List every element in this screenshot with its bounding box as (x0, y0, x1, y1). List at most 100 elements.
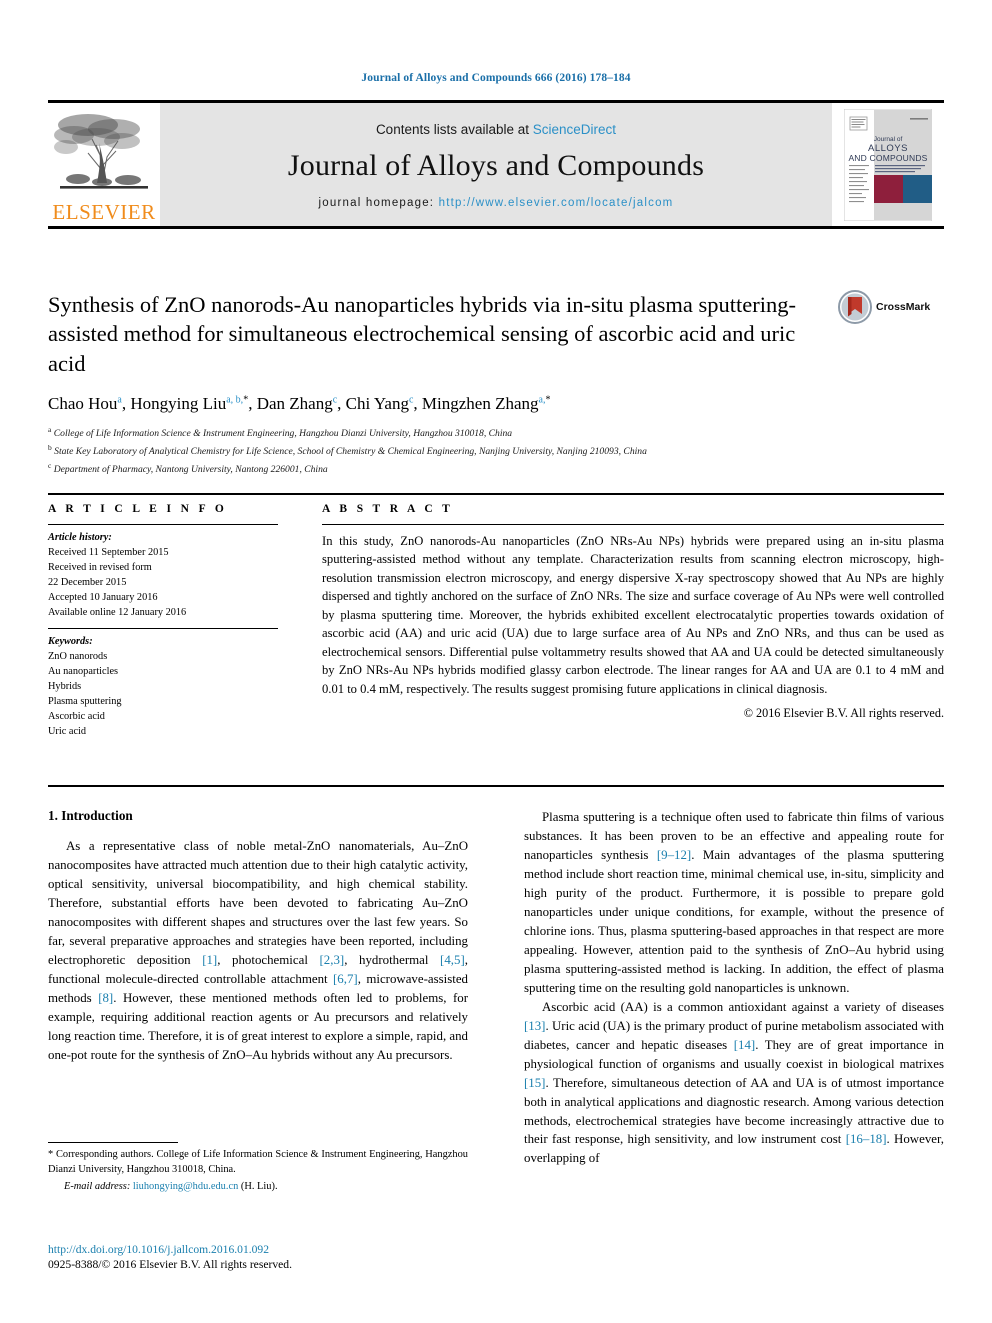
affiliation-mark: a (48, 425, 52, 435)
keyword-item: Hybrids (48, 681, 82, 693)
sciencedirect-link[interactable]: ScienceDirect (533, 122, 616, 137)
author-name: Chao Hou (48, 394, 118, 414)
text-run: , photochemical (217, 952, 320, 967)
body-columns: 1. Introduction As a representative clas… (48, 808, 944, 1168)
footnote-rule (48, 1142, 178, 1143)
masthead-bottom-rule (48, 226, 944, 229)
history-item: Accepted 10 January 2016 (48, 592, 158, 604)
intro-paragraph-left: As a representative class of noble metal… (48, 837, 468, 1065)
crossmark-badge[interactable]: CrossMark (838, 290, 944, 324)
citation-ref[interactable]: [4,5] (440, 953, 465, 967)
journal-homepage-line: journal homepage: http://www.elsevier.co… (319, 197, 674, 209)
journal-masthead: ELSEVIER Contents lists available at Sci… (48, 100, 944, 229)
keyword-item: Plasma sputtering (48, 696, 122, 708)
journal-cover-thumbnail: Journal of ALLOYS AND COMPOUNDS (832, 103, 944, 226)
svg-text:Journal of: Journal of (874, 136, 903, 143)
citation-ref[interactable]: [8] (98, 991, 113, 1005)
keyword-item: ZnO nanorods (48, 651, 108, 663)
issn-copyright-line: 0925-8388/© 2016 Elsevier B.V. All right… (48, 1258, 292, 1271)
running-head: Journal of Alloys and Compounds 666 (201… (361, 72, 631, 84)
email-link[interactable]: liuhongying@hdu.edu.cn (133, 1181, 238, 1192)
corresponding-author-note: * Corresponding authors. College of Life… (48, 1149, 468, 1176)
author-item: Mingzhen Zhanga,* (422, 394, 551, 413)
email-label: E-mail address: (64, 1181, 131, 1193)
history-item: Received in revised form (48, 562, 152, 574)
author-item: Chi Yangc (346, 394, 414, 413)
author-item: Chao Houa (48, 394, 122, 413)
history-item: Available online 12 January 2016 (48, 607, 187, 619)
elsevier-tree-icon (54, 114, 148, 189)
abstract-bottom-rule (48, 785, 944, 787)
article-history-label: Article history: (48, 532, 112, 543)
journal-title: Journal of Alloys and Compounds (287, 149, 705, 182)
keyword-item: Au nanoparticles (48, 666, 119, 678)
contents-available-line: Contents lists available at ScienceDirec… (376, 122, 616, 137)
abstract-column: A B S T R A C T In this study, ZnO nanor… (322, 503, 944, 739)
affiliation-item: a College of Life Information Science & … (48, 424, 944, 442)
article-info-column: A R T I C L E I N F O Article history: R… (48, 503, 278, 739)
doi-link[interactable]: http://dx.doi.org/10.1016/j.jallcom.2016… (48, 1243, 568, 1256)
author-name: Dan Zhang (256, 394, 333, 414)
author-item: Hongying Liua, b,* (130, 394, 248, 413)
cover-image-icon: Journal of ALLOYS AND COMPOUNDS (844, 108, 932, 221)
author-list: Chao Houa, Hongying Liua, b,*, Dan Zhang… (48, 394, 551, 414)
keywords-label: Keywords: (48, 636, 93, 648)
citation-ref[interactable]: [13] (524, 1019, 545, 1033)
body-right-column: Plasma sputtering is a technique often u… (524, 808, 944, 1168)
affiliation-list: a College of Life Information Science & … (48, 424, 944, 477)
homepage-label: journal homepage: (318, 197, 439, 209)
author-affil-mark: c (332, 394, 338, 406)
homepage-url[interactable]: http://www.elsevier.com/locate/jalcom (439, 197, 674, 209)
affiliation-item: b State Key Laboratory of Analytical Che… (48, 442, 944, 460)
author-name: Hongying Liu (130, 394, 227, 414)
svg-text:AND COMPOUNDS: AND COMPOUNDS (848, 153, 927, 163)
citation-ref[interactable]: [16–18] (846, 1132, 887, 1146)
intro-paragraph-right-2: Ascorbic acid (AA) is a common antioxida… (524, 998, 944, 1169)
affiliation-mark: c (48, 460, 52, 470)
abstract-heading: A B S T R A C T (322, 503, 454, 515)
history-item: 22 December 2015 (48, 577, 127, 589)
article-history-block: Article history: Received 11 September 2… (48, 525, 278, 628)
text-run: , hydrothermal (344, 952, 441, 967)
column-gap (278, 503, 322, 739)
affiliation-text: College of Life Information Science & In… (53, 428, 513, 440)
article-info-heading: A R T I C L E I N F O (48, 503, 228, 515)
crossmark-icon (838, 290, 872, 324)
text-run: As a representative class of noble metal… (48, 839, 468, 967)
text-run: . Main advantages of the plasma sputteri… (524, 847, 945, 995)
citation-ref[interactable]: [1] (202, 953, 217, 967)
abstract-text: In this study, ZnO nanorods-Au nanoparti… (322, 534, 944, 696)
citation-ref[interactable]: [6,7] (333, 972, 358, 986)
body-left-column: 1. Introduction As a representative clas… (48, 808, 468, 1168)
history-item: Received 11 September 2015 (48, 547, 169, 559)
author-item: Dan Zhangc (257, 394, 337, 413)
email-suffix: (H. Liu). (240, 1181, 278, 1193)
footnote-block: * Corresponding authors. College of Life… (48, 1142, 468, 1194)
elsevier-logo: ELSEVIER (48, 103, 160, 226)
citation-ref[interactable]: [15] (524, 1076, 545, 1090)
title-section-rule (48, 493, 944, 496)
abstract-copyright: © 2016 Elsevier B.V. All rights reserved… (743, 705, 944, 720)
author-name: Mingzhen Zhang (421, 394, 539, 414)
keywords-block: Keywords: ZnO nanorods Au nanoparticles … (48, 629, 278, 739)
page-title: Synthesis of ZnO nanorods-Au nanoparticl… (48, 292, 797, 376)
elsevier-wordmark: ELSEVIER (52, 200, 156, 224)
affiliation-text: State Key Laboratory of Analytical Chemi… (54, 446, 647, 458)
keyword-item: Uric acid (48, 726, 87, 738)
doi-block: http://dx.doi.org/10.1016/j.jallcom.2016… (48, 1243, 568, 1271)
corresponding-mark: * (545, 394, 551, 406)
contents-prefix: Contents lists available at (375, 122, 533, 137)
author-affil-mark: a, b, (226, 394, 244, 406)
author-affil-mark: a (117, 394, 122, 406)
citation-ref[interactable]: [2,3] (320, 953, 345, 967)
keyword-item: Ascorbic acid (48, 711, 105, 723)
affiliation-text: Department of Pharmacy, Nantong Universi… (53, 463, 328, 475)
introduction-heading: 1. Introduction (48, 808, 133, 823)
author-name: Chi Yang (345, 394, 409, 414)
affiliation-mark: b (48, 442, 52, 452)
crossmark-label: CrossMark (876, 301, 931, 313)
citation-ref[interactable]: [9–12] (657, 848, 691, 862)
title-block: Synthesis of ZnO nanorods-Au nanoparticl… (48, 290, 944, 496)
citation-ref[interactable]: [14] (734, 1038, 755, 1052)
paper-page: Journal of Alloys and Compounds 666 (201… (0, 0, 992, 1323)
